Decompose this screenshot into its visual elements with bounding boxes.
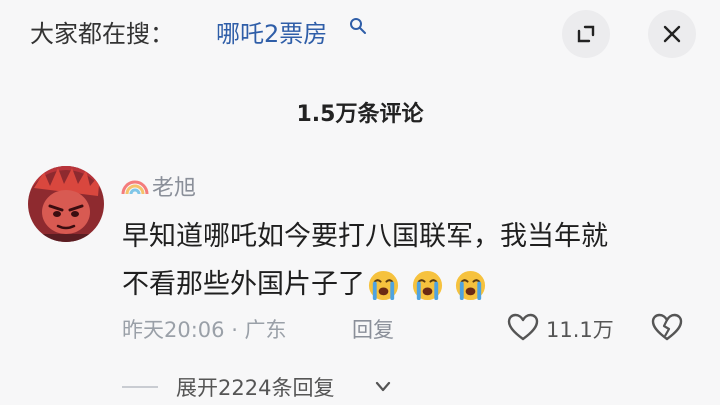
like-count: 11.1万	[546, 318, 614, 342]
trending-search-label: 大家都在搜：	[30, 20, 174, 48]
expand-replies-button[interactable]: 展开2224条回复	[176, 372, 334, 402]
comment-text-line-2: 不看那些外国片子了	[122, 262, 489, 302]
username[interactable]: 老旭	[152, 170, 196, 202]
expand-button[interactable]	[562, 10, 610, 58]
comment-count-title: 1.5万条评论	[296, 102, 424, 127]
chevron-down-icon[interactable]	[374, 380, 392, 394]
close-button[interactable]	[648, 10, 696, 58]
avatar[interactable]	[28, 166, 104, 242]
comment-text-line-2-text: 不看那些外国片子了	[122, 269, 365, 300]
emoji-group	[367, 269, 489, 302]
replies-divider	[122, 386, 158, 388]
expand-icon	[577, 25, 595, 43]
crying-face-icon	[412, 270, 442, 301]
comment-time-location: 昨天20:06 · 广东	[122, 318, 287, 342]
comment-text-line-1: 早知道哪吒如今要打八国联军，我当年就	[122, 221, 608, 252]
crying-face-icon	[368, 270, 399, 301]
heart-icon[interactable]	[506, 312, 540, 342]
search-icon[interactable]	[348, 16, 368, 36]
close-icon	[663, 25, 681, 43]
reply-button[interactable]: 回复	[352, 314, 394, 344]
broken-heart-icon[interactable]	[650, 312, 684, 342]
crying-face-icon	[456, 270, 486, 301]
top-bar: 大家都在搜： 哪吒2票房	[0, 0, 720, 64]
trending-search-term[interactable]: 哪吒2票房	[216, 14, 327, 49]
rainbow-badge-icon	[121, 180, 149, 195]
